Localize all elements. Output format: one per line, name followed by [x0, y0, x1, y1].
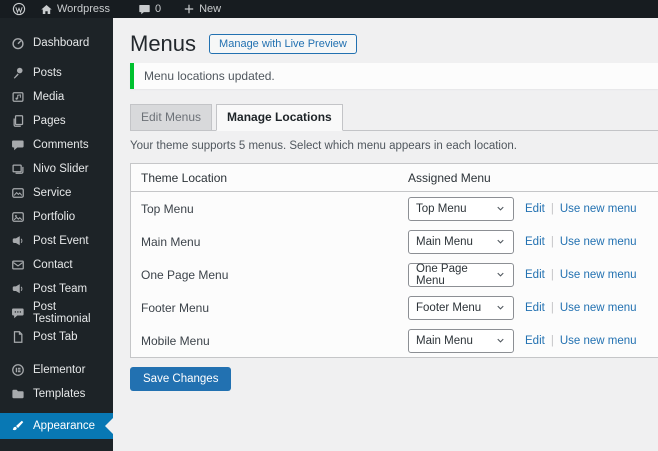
image-card-icon [10, 186, 25, 201]
sidebar-item-post-tab[interactable]: Post Tab [0, 325, 113, 349]
envelope-icon [10, 258, 25, 273]
tab-edit-menus[interactable]: Edit Menus [130, 104, 213, 131]
sidebar-item-dashboard[interactable]: Dashboard [0, 31, 113, 55]
assigned-menu-select[interactable]: Top Menu [408, 196, 514, 221]
location-label: Mobile Menu [141, 333, 210, 348]
location-label: Top Menu [141, 201, 194, 216]
folder-icon [10, 387, 25, 402]
chevron-down-icon [495, 302, 506, 313]
site-menu[interactable]: Wordpress [36, 0, 114, 18]
site-name: Wordpress [57, 3, 110, 15]
sidebar-item-service[interactable]: Service [0, 181, 113, 205]
chevron-down-icon [495, 203, 506, 214]
sidebar-item-post-team[interactable]: Post Team [0, 277, 113, 301]
location-label: Main Menu [141, 234, 201, 249]
use-new-menu-link[interactable]: Use new menu [560, 236, 637, 248]
save-changes-button[interactable]: Save Changes [130, 367, 232, 391]
sidebar-item-pages[interactable]: Pages [0, 109, 113, 133]
sidebar-item-templates[interactable]: Templates [0, 382, 113, 406]
main-frame: Dashboard Posts Media Pages Comments Niv… [0, 18, 658, 451]
success-notice: Menu locations updated. [130, 63, 658, 89]
paintbrush-icon [10, 419, 25, 434]
chevron-down-icon [495, 335, 506, 346]
sidebar-item-posts[interactable]: Posts [0, 61, 113, 85]
column-header-theme-location: Theme Location [141, 170, 228, 185]
home-icon [40, 3, 53, 16]
table-row: Footer Menu Footer Menu Edit | Use new m… [131, 291, 658, 324]
megaphone-icon [10, 234, 25, 249]
tab-manage-locations[interactable]: Manage Locations [216, 104, 343, 131]
testimonial-bubble-icon [10, 306, 25, 321]
table-row: Top Menu Top Menu Edit | Use new menu [131, 192, 658, 225]
comments-shortcut[interactable]: 0 [134, 0, 165, 18]
wordpress-logo-icon[interactable] [8, 0, 30, 18]
admin-sidebar: Dashboard Posts Media Pages Comments Niv… [0, 18, 113, 451]
assigned-menu-select[interactable]: Footer Menu [408, 295, 514, 320]
notice-text: Menu locations updated. [144, 69, 275, 83]
comment-bubble-icon [138, 3, 151, 16]
sidebar-item-portfolio[interactable]: Portfolio [0, 205, 113, 229]
current-item-arrow-icon [105, 418, 113, 434]
live-preview-button[interactable]: Manage with Live Preview [209, 34, 357, 54]
table-row: One Page Menu One Page Menu Edit | Use n… [131, 258, 658, 291]
link-separator: | [550, 202, 554, 215]
image-card-icon [10, 210, 25, 225]
nav-tabs: Edit Menus Manage Locations [130, 104, 658, 131]
table-header: Theme Location Assigned Menu [131, 164, 658, 192]
edit-link[interactable]: Edit [525, 203, 545, 215]
media-icon [10, 90, 25, 105]
document-icon [10, 330, 25, 345]
comment-bubble-icon [10, 138, 25, 153]
dashboard-icon [10, 36, 25, 51]
sidebar-item-post-event[interactable]: Post Event [0, 229, 113, 253]
sidebar-item-post-testimonial[interactable]: Post Testimonial [0, 301, 113, 325]
link-separator: | [550, 268, 554, 281]
page-header: Menus Manage with Live Preview [130, 31, 658, 56]
pin-icon [10, 66, 25, 81]
menu-locations-table: Theme Location Assigned Menu Top Menu To… [130, 163, 658, 358]
chevron-down-icon [495, 236, 506, 247]
pages-icon [10, 114, 25, 129]
use-new-menu-link[interactable]: Use new menu [560, 335, 637, 347]
theme-support-description: Your theme supports 5 menus. Select whic… [130, 140, 517, 152]
use-new-menu-link[interactable]: Use new menu [560, 302, 637, 314]
link-separator: | [550, 301, 554, 314]
sidebar-item-comments[interactable]: Comments [0, 133, 113, 157]
assigned-menu-select[interactable]: One Page Menu [408, 262, 514, 287]
edit-link[interactable]: Edit [525, 269, 545, 281]
link-separator: | [550, 235, 554, 248]
assigned-menu-select[interactable]: Main Menu [408, 229, 514, 254]
sidebar-item-elementor[interactable]: Elementor [0, 358, 113, 382]
elementor-icon [10, 363, 25, 378]
plus-icon [183, 3, 195, 15]
new-label: New [199, 3, 222, 15]
sidebar-item-media[interactable]: Media [0, 85, 113, 109]
link-separator: | [550, 334, 554, 347]
comments-count: 0 [154, 3, 162, 15]
edit-link[interactable]: Edit [525, 236, 545, 248]
use-new-menu-link[interactable]: Use new menu [560, 269, 637, 281]
sidebar-item-contact[interactable]: Contact [0, 253, 113, 277]
location-label: One Page Menu [141, 267, 229, 282]
page-title: Menus [130, 31, 197, 56]
edit-link[interactable]: Edit [525, 302, 545, 314]
admin-bar: Wordpress 0 New [0, 0, 658, 18]
edit-link[interactable]: Edit [525, 335, 545, 347]
location-label: Footer Menu [141, 300, 210, 315]
table-row: Main Menu Main Menu Edit | Use new menu [131, 225, 658, 258]
chevron-down-icon [495, 269, 506, 280]
slides-icon [10, 162, 25, 177]
sidebar-item-nivo-slider[interactable]: Nivo Slider [0, 157, 113, 181]
new-content-menu[interactable]: New [179, 0, 225, 18]
column-header-assigned-menu: Assigned Menu [408, 170, 491, 185]
use-new-menu-link[interactable]: Use new menu [560, 203, 637, 215]
assigned-menu-select[interactable]: Main Menu [408, 328, 514, 353]
megaphone-icon [10, 282, 25, 297]
sidebar-item-appearance[interactable]: Appearance [0, 413, 113, 439]
table-row: Mobile Menu Main Menu Edit | Use new men… [131, 324, 658, 357]
content-area: Menus Manage with Live Preview Menu loca… [113, 18, 658, 451]
